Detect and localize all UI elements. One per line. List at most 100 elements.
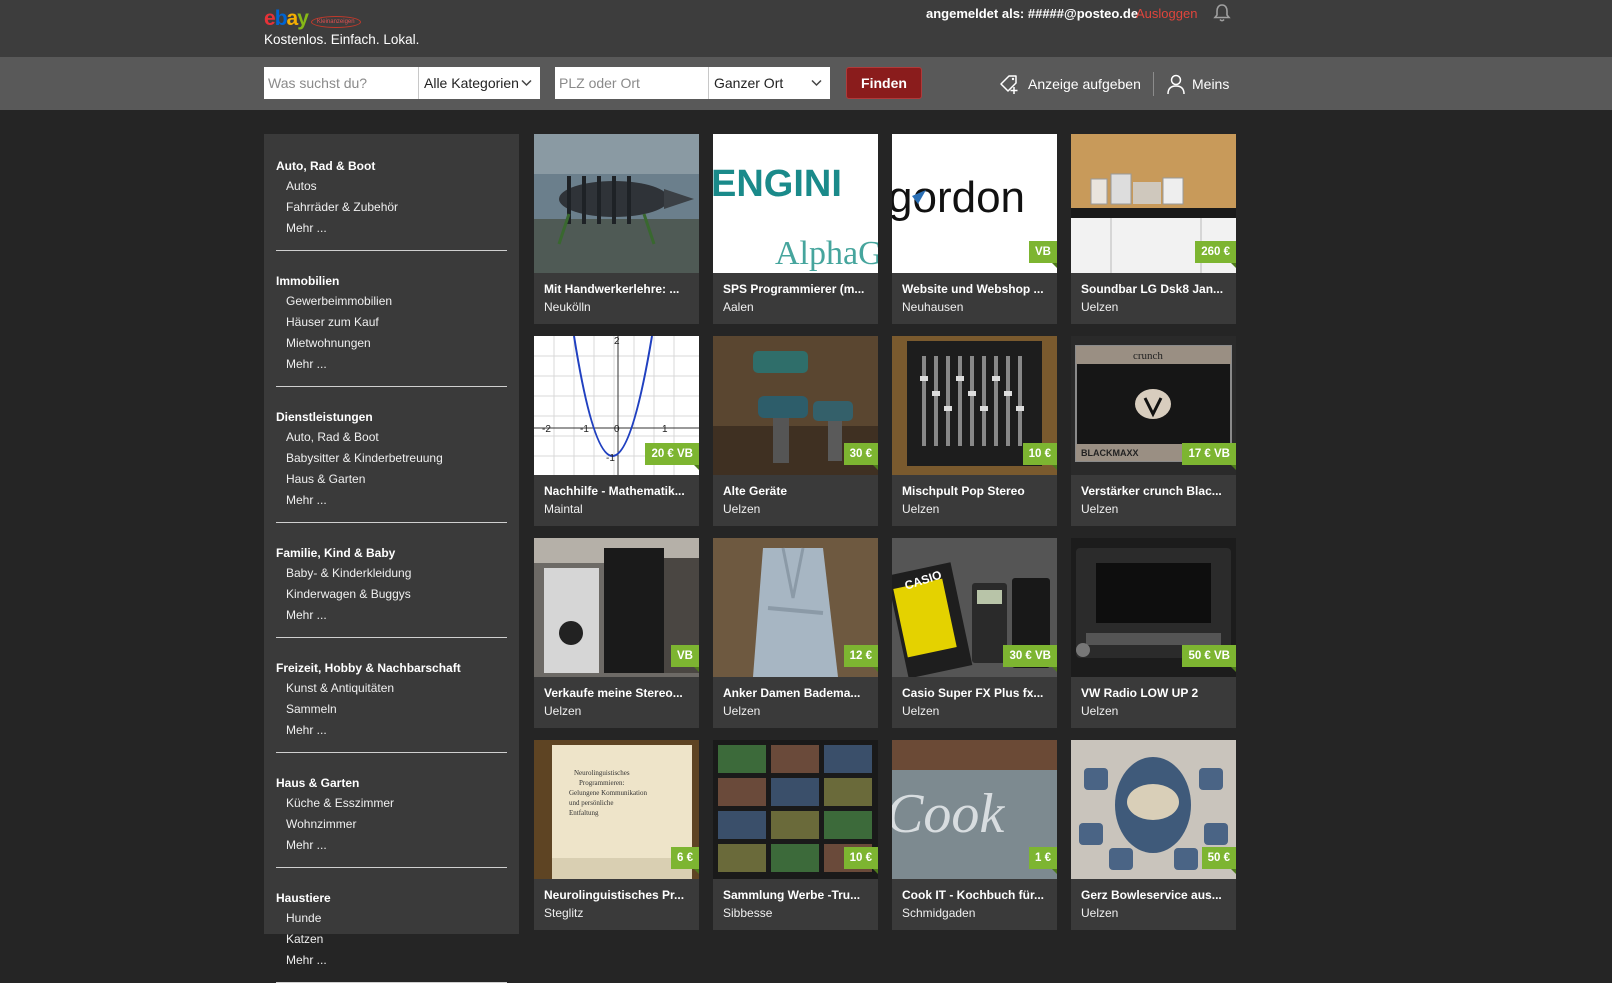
subcategory-link[interactable]: Sammeln <box>276 699 507 720</box>
listing-title[interactable]: Anker Damen Badema... <box>723 686 871 700</box>
price-badge: 6 € <box>671 847 699 874</box>
search-bar: Alle Kategorien Ganzer Ort Finden Anzeig… <box>0 57 1612 110</box>
subcategory-link[interactable]: Kunst & Antiquitäten <box>276 678 507 699</box>
subcategory-link[interactable]: Mehr ... <box>276 218 507 239</box>
subcategory-link[interactable]: Haus & Garten <box>276 469 507 490</box>
listing-tile[interactable]: 10 € Mischpult Pop Stereo Uelzen <box>892 336 1057 526</box>
subcategory-link[interactable]: Auto, Rad & Boot <box>276 427 507 448</box>
subcategory-link[interactable]: Mehr ... <box>276 490 507 511</box>
svg-text:0: 0 <box>614 424 620 435</box>
listing-title[interactable]: Alte Geräte <box>723 484 871 498</box>
top-header: ebay Kleinanzeigen Kostenlos. Einfach. L… <box>0 0 1612 57</box>
category-title[interactable]: Haus & Garten <box>276 774 507 793</box>
listing-tile[interactable]: 10 € Sammlung Werbe -Tru... Sibbesse <box>713 740 878 930</box>
radius-select[interactable]: Ganzer Ort <box>708 67 830 99</box>
search-input[interactable] <box>264 67 418 99</box>
subcategory-link[interactable]: Mehr ... <box>276 605 507 626</box>
listing-tile[interactable]: crunch BLACKMAXX 17 € VB Verstärker crunch… <box>1071 336 1236 526</box>
category-group: Freizeit, Hobby & Nachbarschaft Kunst & A… <box>276 638 507 753</box>
price-badge: 17 € VB <box>1182 443 1236 470</box>
listing-title[interactable]: Gerz Bowleservice aus... <box>1081 888 1229 902</box>
category-title[interactable]: Haustiere <box>276 889 507 908</box>
listing-title[interactable]: Neurolinguistisches Pr... <box>544 888 692 902</box>
listing-tile[interactable]: gordon VB Website und Webshop ... Neuhause… <box>892 134 1057 324</box>
listing-location: Uelzen <box>1081 704 1119 718</box>
subcategory-link[interactable]: Fahrräder & Zubehör <box>276 197 507 218</box>
logout-link[interactable]: Ausloggen <box>1136 6 1197 21</box>
listing-title[interactable]: VW Radio LOW UP 2 <box>1081 686 1229 700</box>
listing-location: Uelzen <box>544 704 582 718</box>
category-title[interactable]: Auto, Rad & Boot <box>276 157 507 176</box>
category-group: Haustiere Hunde Katzen Mehr ... <box>276 868 507 983</box>
subcategory-link[interactable]: Häuser zum Kauf <box>276 312 507 333</box>
subcategory-link[interactable]: Mehr ... <box>276 720 507 741</box>
tag-plus-icon <box>1000 75 1018 94</box>
subcategory-link[interactable]: Katzen <box>276 929 507 950</box>
svg-text:AlphaG: AlphaG <box>775 235 878 272</box>
listing-location: Steglitz <box>544 906 584 920</box>
find-button[interactable]: Finden <box>846 67 922 99</box>
subcategory-link[interactable]: Mehr ... <box>276 835 507 856</box>
logo-wordmark: ebay <box>264 7 309 30</box>
subcategory-link[interactable]: Hunde <box>276 908 507 929</box>
listing-tile[interactable]: Cook 1 € Cook IT - Kochbuch für... Schmidga… <box>892 740 1057 930</box>
listing-title[interactable]: Cook IT - Kochbuch für... <box>902 888 1050 902</box>
meins-button[interactable]: Meins <box>1166 73 1229 95</box>
listing-tile[interactable]: 30 € Alte Geräte Uelzen <box>713 336 878 526</box>
listing-tile[interactable]: Neurolinguistisches Programmieren: Gelunge… <box>534 740 699 930</box>
listing-title[interactable]: Sammlung Werbe -Tru... <box>723 888 871 902</box>
category-title[interactable]: Immobilien <box>276 272 507 291</box>
price-badge: 1 € <box>1029 847 1057 874</box>
listing-tile[interactable]: VB Verkaufe meine Stereo... Uelzen <box>534 538 699 728</box>
bell-icon[interactable] <box>1212 3 1232 23</box>
listing-tile[interactable]: 2 1 -2 -1 0 -1 20 € VB Nachhilfe - Mathema… <box>534 336 699 526</box>
listing-title[interactable]: Casio Super FX Plus fx... <box>902 686 1050 700</box>
logged-in-label: angemeldet als: #####@posteo.de <box>926 6 1139 21</box>
listing-title[interactable]: Soundbar LG Dsk8 Jan... <box>1081 282 1229 296</box>
category-select-value: Alle Kategorien <box>424 75 519 91</box>
subcategory-link[interactable]: Küche & Esszimmer <box>276 793 507 814</box>
category-select[interactable]: Alle Kategorien <box>418 67 540 99</box>
listing-title[interactable]: Nachhilfe - Mathematik... <box>544 484 692 498</box>
listing-tile[interactable]: 50 € VB VW Radio LOW UP 2 Uelzen <box>1071 538 1236 728</box>
subcategory-link[interactable]: Babysitter & Kinderbetreuung <box>276 448 507 469</box>
subcategory-link[interactable]: Kinderwagen & Buggys <box>276 584 507 605</box>
price-badge: VB <box>671 645 699 672</box>
post-ad-button[interactable]: Anzeige aufgeben <box>998 73 1141 95</box>
listing-title[interactable]: Verkaufe meine Stereo... <box>544 686 692 700</box>
listing-tile[interactable]: 50 € Gerz Bowleservice aus... Uelzen <box>1071 740 1236 930</box>
listing-title[interactable]: Mischpult Pop Stereo <box>902 484 1050 498</box>
listing-tile[interactable]: Mit Handwerkerlehre: ... Neukölln <box>534 134 699 324</box>
meins-label: Meins <box>1192 76 1230 92</box>
location-input[interactable] <box>555 67 708 99</box>
subcategory-link[interactable]: Baby- & Kinderkleidung <box>276 563 507 584</box>
listing-location: Uelzen <box>902 502 940 516</box>
listing-tile[interactable]: 12 € Anker Damen Badema... Uelzen <box>713 538 878 728</box>
svg-text:BLACKMAXX: BLACKMAXX <box>1081 448 1139 458</box>
category-title[interactable]: Freizeit, Hobby & Nachbarschaft <box>276 659 507 678</box>
logo-badge: Kleinanzeigen <box>310 16 361 28</box>
subcategory-link[interactable]: Wohnzimmer <box>276 814 507 835</box>
listing-tile[interactable]: CASIO 30 € VB Casio Super FX Plus fx... Ue… <box>892 538 1057 728</box>
listing-image[interactable] <box>534 134 699 273</box>
listing-tile[interactable]: 260 € Soundbar LG Dsk8 Jan... Uelzen <box>1071 134 1236 324</box>
listing-image[interactable]: ENGINI AlphaG <box>713 134 878 273</box>
listing-location: Uelzen <box>1081 906 1119 920</box>
listing-title[interactable]: Mit Handwerkerlehre: ... <box>544 282 692 296</box>
listing-tile[interactable]: ENGINI AlphaG SPS Programmierer (m... Aale… <box>713 134 878 324</box>
category-group: Haus & Garten Küche & Esszimmer Wohnzimmer… <box>276 753 507 868</box>
price-badge: 12 € <box>843 645 878 672</box>
listing-title[interactable]: SPS Programmierer (m... <box>723 282 871 296</box>
subcategory-link[interactable]: Mietwohnungen <box>276 333 507 354</box>
subcategory-link[interactable]: Gewerbeimmobilien <box>276 291 507 312</box>
subcategory-link[interactable]: Autos <box>276 176 507 197</box>
listing-location: Aalen <box>723 300 754 314</box>
subcategory-link[interactable]: Mehr ... <box>276 354 507 375</box>
svg-text:crunch: crunch <box>1133 350 1163 362</box>
category-title[interactable]: Dienstleistungen <box>276 408 507 427</box>
category-title[interactable]: Familie, Kind & Baby <box>276 544 507 563</box>
listing-title[interactable]: Verstärker crunch Blac... <box>1081 484 1229 498</box>
subcategory-link[interactable]: Mehr ... <box>276 950 507 971</box>
listing-title[interactable]: Website und Webshop ... <box>902 282 1050 296</box>
ebay-kleinanzeigen-logo[interactable]: ebay Kleinanzeigen <box>264 8 361 30</box>
